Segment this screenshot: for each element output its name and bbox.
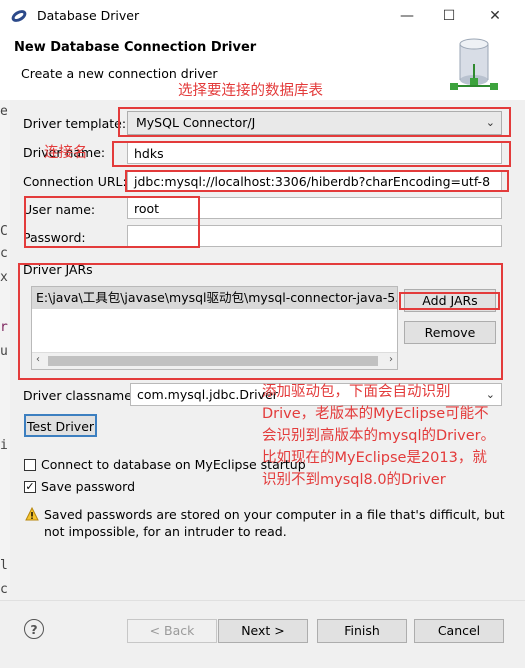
highlight-credentials — [24, 196, 200, 248]
ghost-char: r — [0, 320, 8, 335]
annotation-line: Drive，老版本的MyEclipse可能不 — [262, 406, 489, 422]
connect-startup-checkbox[interactable] — [24, 459, 36, 471]
highlight-template — [118, 107, 511, 137]
warning-line: Saved passwords are stored on your compu… — [44, 507, 505, 522]
warning-text: Saved passwords are stored on your compu… — [44, 506, 505, 540]
finish-button[interactable]: Finish — [317, 619, 407, 643]
classname-label: Driver classname: — [23, 388, 137, 403]
ghost-char: i — [0, 438, 8, 453]
highlight-jars — [18, 263, 503, 380]
test-driver-button[interactable]: Test Driver — [24, 414, 97, 437]
save-password-label: Save password — [41, 479, 136, 494]
classname-value: com.mysql.jdbc.Driver — [137, 387, 278, 402]
url-label: Connection URL: — [23, 174, 127, 189]
ghost-char: c — [0, 246, 8, 261]
annotation-jars-note: 添加驱动包，下面会自动识别 Drive，老版本的MyEclipse可能不 会识别… — [262, 381, 524, 491]
annotation-line: 会识别到高版本的mysql的Driver。 — [262, 428, 496, 444]
warning-line: not impossible, for an intruder to read. — [44, 524, 287, 539]
ghost-char: C — [0, 224, 8, 239]
ghost-char: c — [0, 582, 8, 597]
back-button[interactable]: < Back — [127, 619, 217, 643]
template-label: Driver template: — [23, 116, 127, 131]
dialog-subtitle: Create a new connection driver — [21, 66, 218, 81]
highlight-name — [112, 141, 511, 167]
window-title: Database Driver — [37, 8, 140, 23]
ghost-char: l — [0, 558, 8, 573]
maximize-button[interactable]: ☐ — [426, 4, 472, 28]
warning-icon — [25, 506, 39, 521]
help-icon[interactable]: ? — [24, 619, 44, 639]
connect-startup-label: Connect to database on MyEclipse startup — [41, 457, 306, 472]
ghost-char: e — [0, 104, 8, 119]
ghost-char: u — [0, 344, 8, 359]
database-icon — [446, 34, 502, 94]
annotation-line: 添加驱动包，下面会自动识别 — [262, 384, 451, 400]
minimize-button[interactable]: — — [384, 4, 430, 28]
dialog-title: New Database Connection Driver — [14, 40, 257, 55]
close-button[interactable]: ✕ — [472, 4, 518, 28]
highlight-url — [125, 170, 509, 192]
annotation-select-db: 选择要连接的数据库表 — [178, 83, 323, 99]
save-password-checkbox[interactable]: ✓ — [24, 481, 36, 493]
ghost-char: x — [0, 270, 8, 285]
app-icon — [10, 7, 28, 25]
next-button[interactable]: Next > — [218, 619, 308, 643]
cancel-button[interactable]: Cancel — [414, 619, 504, 643]
annotation-connection-name: 连接名 — [44, 145, 88, 161]
annotation-line: 识别不到mysql8.0的Driver — [262, 472, 446, 488]
